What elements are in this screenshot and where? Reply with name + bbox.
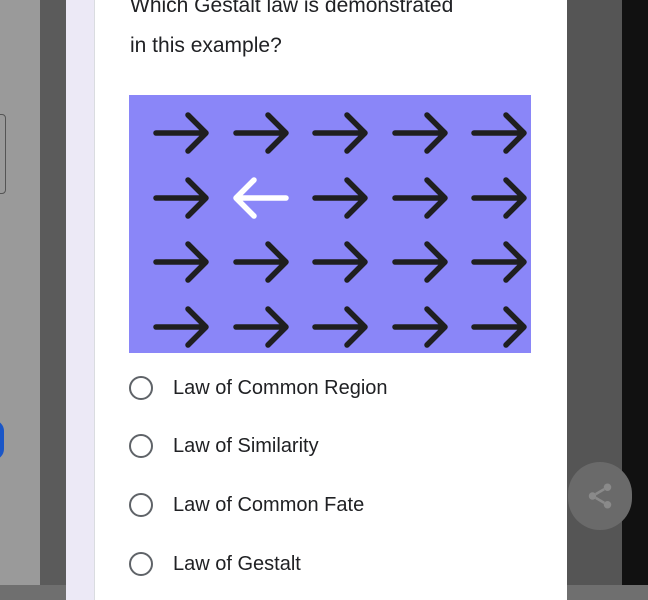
arrow-right-icon <box>233 306 289 348</box>
option-law-of-similarity[interactable]: Law of Similarity <box>129 426 319 466</box>
arrow-right-icon <box>153 241 209 283</box>
arrow-right-icon <box>471 112 527 154</box>
arrow-right-icon <box>392 112 448 154</box>
arrow-left-icon <box>233 177 289 219</box>
option-label: Law of Gestalt <box>173 552 301 575</box>
arrow-right-icon <box>471 306 527 348</box>
option-label: Law of Common Fate <box>173 493 365 516</box>
arrow-right-icon <box>471 241 527 283</box>
option-law-of-common-region[interactable]: Law of Common Region <box>129 368 388 408</box>
arrow-right-icon <box>392 177 448 219</box>
radio-button[interactable] <box>129 376 153 400</box>
option-law-of-common-fate[interactable]: Law of Common Fate <box>129 485 364 525</box>
option-label: Law of Common Region <box>173 376 388 399</box>
arrow-right-icon <box>153 112 209 154</box>
question-title: Which Gestalt law is demonstrated in thi… <box>130 0 530 66</box>
arrow-right-icon <box>233 241 289 283</box>
arrow-right-icon <box>392 306 448 348</box>
question-image <box>129 95 531 353</box>
arrow-right-icon <box>312 112 368 154</box>
radio-button[interactable] <box>129 434 153 458</box>
option-label: Law of Similarity <box>173 434 319 457</box>
radio-button[interactable] <box>129 552 153 576</box>
radio-button[interactable] <box>129 493 153 517</box>
arrow-right-icon <box>312 177 368 219</box>
arrow-right-icon <box>471 177 527 219</box>
background-input-outline <box>0 114 6 194</box>
arrow-right-icon <box>153 177 209 219</box>
arrow-right-icon <box>312 241 368 283</box>
share-button[interactable] <box>568 462 632 530</box>
arrow-right-icon <box>153 306 209 348</box>
arrow-right-icon <box>233 112 289 154</box>
arrow-grid <box>153 112 527 348</box>
background-left-shade <box>40 0 66 585</box>
required-marker: * <box>519 0 527 9</box>
option-law-of-gestalt[interactable]: Law of Gestalt <box>129 544 301 584</box>
arrow-right-icon <box>392 241 448 283</box>
share-icon <box>588 483 612 509</box>
arrow-right-icon <box>312 306 368 348</box>
background-left-strip <box>0 0 40 585</box>
question-text: Which Gestalt law is demonstrated in thi… <box>130 0 454 57</box>
